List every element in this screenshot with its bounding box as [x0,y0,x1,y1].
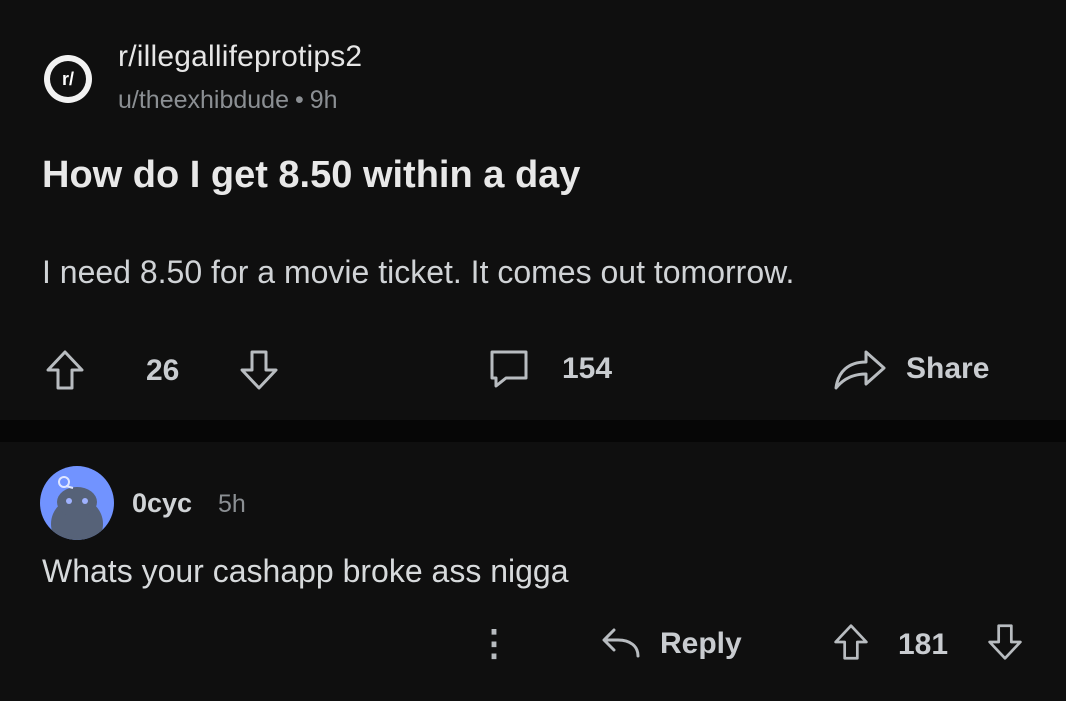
share-arrow-icon [834,350,886,390]
post-body: I need 8.50 for a movie ticket. It comes… [42,254,795,290]
snoo-avatar-icon [51,476,103,540]
reply-button[interactable]: Reply [598,624,742,664]
share-button[interactable]: Share [832,346,989,392]
comment-author[interactable]: 0cyc [132,488,192,519]
comment-downvote-button[interactable] [986,622,1024,662]
comment-action-bar: ⋮ Reply 181 [0,616,1066,676]
post-action-bar: 26 154 Share [0,340,1066,400]
comment-text: Whats your cashapp broke ass nigga [42,553,569,589]
comment-age: 5h [218,490,246,518]
share-label: Share [906,352,990,385]
reply-arrow-icon [602,628,640,658]
upvote-arrow-icon [46,350,84,390]
comment-count: 154 [562,352,613,385]
more-options-icon[interactable]: ⋮ [476,622,512,664]
post-author[interactable]: u/theexhibdude [118,86,289,114]
subreddit-name[interactable]: r/illegallifeprotips2 [118,40,362,74]
commenter-avatar[interactable] [40,466,114,540]
post-meta: u/theexhibdude • 9h [118,86,338,115]
meta-separator: • [294,86,304,114]
downvote-button[interactable] [238,348,280,392]
section-divider [0,420,1066,442]
upvote-button[interactable] [44,348,86,392]
subreddit-icon[interactable]: r/ [44,55,92,103]
comment-upvote-button[interactable] [832,622,870,662]
downvote-arrow-icon [988,624,1022,660]
upvote-arrow-icon [834,624,868,660]
downvote-arrow-icon [240,350,278,390]
comments-button[interactable]: 154 [486,346,612,392]
post-title[interactable]: How do I get 8.50 within a day [42,154,580,197]
comment-vote-count: 181 [898,628,949,661]
post-vote-count: 26 [146,354,180,387]
reply-label: Reply [660,627,742,660]
post-age: 9h [309,86,338,114]
subreddit-icon-label: r/ [50,61,86,97]
post-card: r/ r/illegallifeprotips2 u/theexhibdude •… [0,0,1066,420]
comment-bubble-icon [490,350,528,388]
